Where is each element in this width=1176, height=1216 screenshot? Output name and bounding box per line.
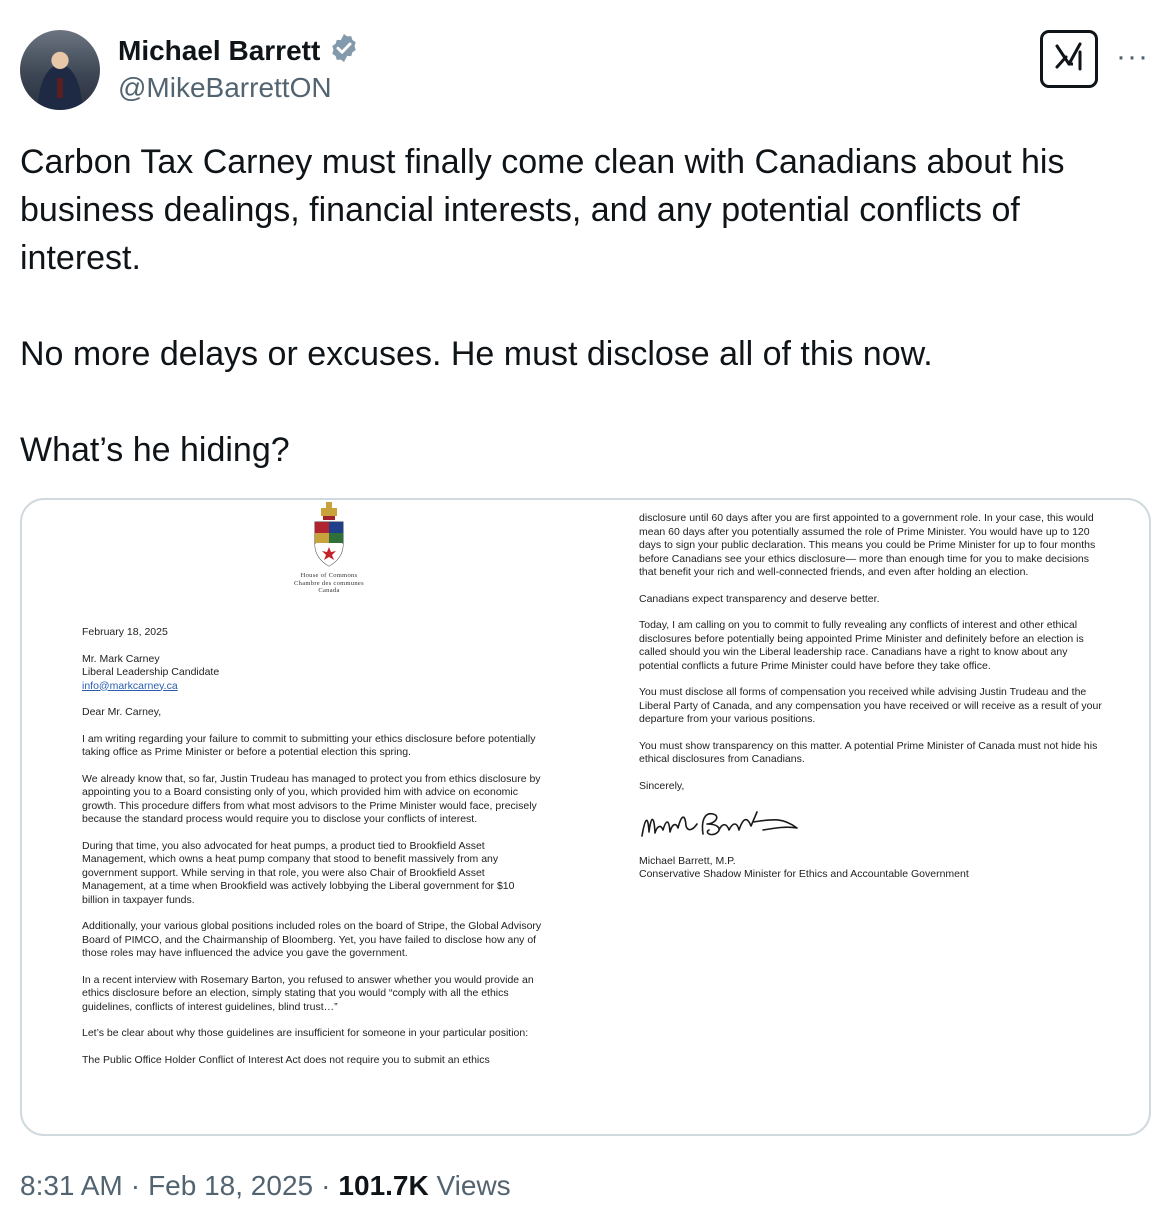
tweet-paragraph: Carbon Tax Carney must finally come clea… [20, 143, 1065, 277]
letter-paragraph: Additionally, your various global positi… [82, 920, 542, 959]
views-label: Views [436, 1170, 511, 1201]
closing: Sincerely, [639, 779, 685, 792]
house-of-commons-crest: House of Commons Chambre des communes Ca… [284, 500, 374, 610]
separator-dot: · [321, 1170, 331, 1201]
avatar[interactable] [20, 30, 100, 110]
letter-paragraph: We already know that, so far, Justin Tru… [82, 772, 541, 826]
letter-date: February 18, 2025 [82, 626, 168, 638]
grok-icon [1052, 40, 1086, 79]
letterhead-line: House of Commons [300, 572, 358, 579]
attached-letter-image[interactable]: House of Commons Chambre des communes Ca… [20, 498, 1151, 1136]
tweet-time[interactable]: 8:31 AM [20, 1170, 123, 1202]
recipient-title: Liberal Leadership Candidate [82, 666, 220, 678]
letter-paragraph: You must disclose all forms of compensat… [639, 686, 1102, 725]
signature-title: Conservative Shadow Minister for Ethics … [639, 868, 969, 880]
verified-badge-icon[interactable] [328, 32, 360, 69]
separator-dot: · [130, 1170, 141, 1201]
tweet-text: Carbon Tax Carney must finally come clea… [20, 138, 1140, 474]
letter-paragraph: In a recent interview with Rosemary Bart… [82, 973, 534, 1013]
salutation: Dear Mr. Carney, [82, 706, 162, 718]
author-handle[interactable]: @MikeBarrettON [118, 72, 332, 104]
letter-paragraph: I am writing regarding your failure to c… [82, 732, 536, 759]
letterhead-line: Canada [318, 587, 340, 594]
tweet-paragraph: No more delays or excuses. He must discl… [20, 335, 933, 373]
signature-name: Michael Barrett, M.P. [639, 854, 736, 867]
letter-paragraph: The Public Office Holder Conflict of Int… [82, 1053, 490, 1066]
handwritten-signature [639, 806, 1109, 847]
views-count: 101.7K [338, 1170, 429, 1201]
letter-right-column: disclosure until 60 days after you are f… [639, 512, 1109, 882]
recipient-email: info@markcarney.ca [82, 679, 178, 692]
letter-paragraph: Let’s be clear about why those guideline… [82, 1027, 529, 1039]
letter-left-column: February 18, 2025 Mr. Mark Carney Libera… [82, 626, 542, 1080]
letter-paragraph: During that time, you also advocated for… [82, 839, 515, 906]
author-name[interactable]: Michael Barrett [118, 35, 320, 67]
author-name-row: Michael Barrett [118, 32, 360, 69]
letter-paragraph: Today, I am calling on you to commit to … [639, 619, 1084, 672]
more-icon[interactable]: ··· [1116, 40, 1149, 74]
letterhead-line: Chambre des communes [294, 579, 364, 587]
letter-paragraph: You must show transparency on this matte… [639, 739, 1098, 766]
grok-button[interactable] [1040, 30, 1098, 88]
tweet-paragraph: What’s he hiding? [20, 431, 290, 469]
letter-paragraph: disclosure until 60 days after you are f… [639, 512, 1096, 578]
tweet-meta: 8:31 AM · Feb 18, 2025 · 101.7K Views [20, 1170, 511, 1202]
letter-paragraph: Canadians expect transparency and deserv… [639, 592, 880, 605]
tweet-date[interactable]: Feb 18, 2025 [148, 1170, 313, 1202]
recipient-name: Mr. Mark Carney [82, 652, 160, 665]
